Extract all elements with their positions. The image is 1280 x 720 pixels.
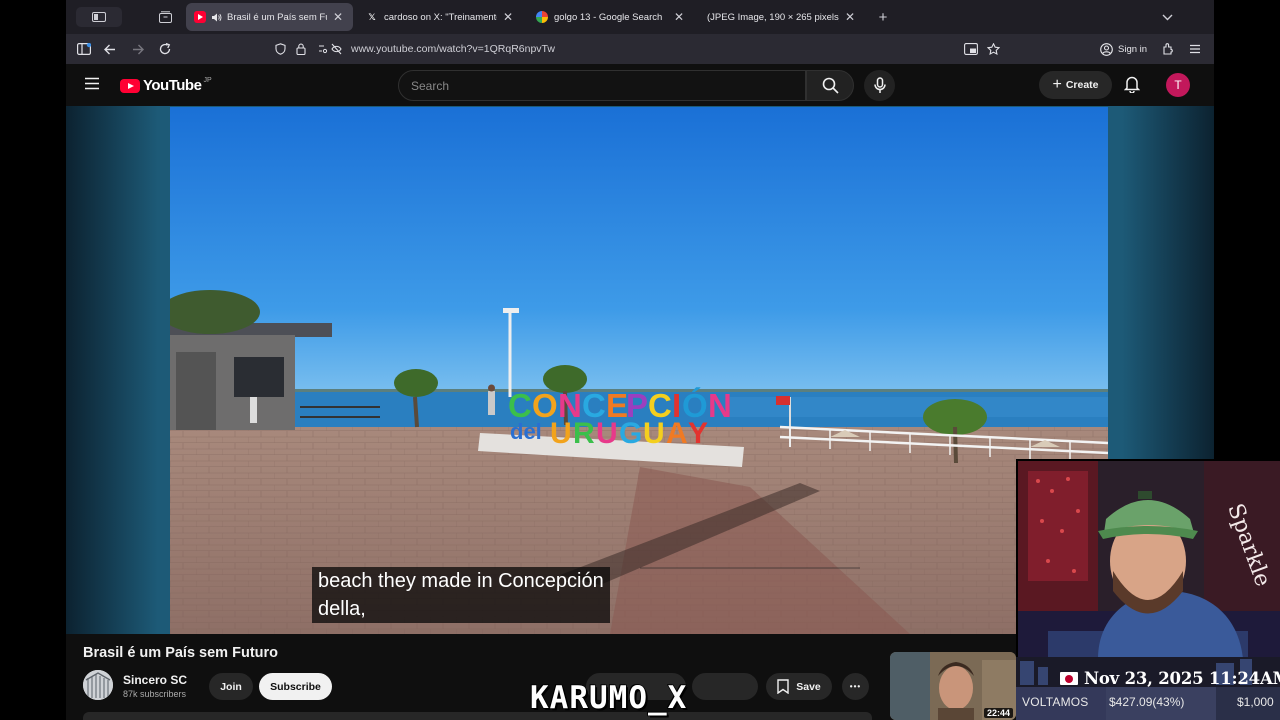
join-button[interactable]: Join [209, 673, 253, 700]
youtube-header: YouTube JP Search + Create T [66, 64, 1214, 106]
youtube-play-icon [120, 78, 140, 93]
svg-text:G: G [619, 417, 642, 450]
youtube-favicon-icon [194, 11, 206, 23]
picture-in-picture-icon[interactable] [962, 40, 980, 58]
svg-text:U: U [550, 417, 572, 450]
youtube-logo[interactable]: YouTube JP [120, 77, 212, 94]
youtube-wordmark: YouTube [143, 77, 202, 94]
navigation-toolbar: www.youtube.com/watch?v=1QRqR6npvTw Sign… [66, 34, 1214, 64]
more-actions-button[interactable]: ••• [842, 673, 869, 700]
japan-flag-icon [1060, 672, 1078, 685]
svg-text:A: A [666, 417, 688, 450]
ticker-background [1016, 657, 1280, 720]
streamer-watermark: KARUMO_X [529, 679, 688, 717]
close-tab-icon[interactable]: ✕ [843, 10, 857, 24]
video-caption: beach they made in Concepción della, [312, 567, 610, 623]
ticker-overlay [1016, 657, 1280, 720]
date-time: Nov 23, 2025 11:24AM [1084, 669, 1280, 688]
x-favicon-icon: 𝕏 [368, 11, 376, 22]
close-tab-icon[interactable]: ✕ [672, 10, 686, 24]
svg-text:Y: Y [688, 417, 708, 450]
create-button[interactable]: + Create [1039, 71, 1112, 99]
country-code: JP [203, 77, 212, 84]
tab-title: (JPEG Image, 190 × 265 pixels) [707, 11, 839, 23]
tab-jpeg[interactable]: (JPEG Image, 190 × 265 pixels) ✕ [699, 3, 865, 31]
shield-icon[interactable] [271, 40, 289, 58]
caption-line-1: beach they made in Concepción [318, 570, 604, 592]
webcam-image: Sparkle [1018, 461, 1280, 657]
bookmark-star-icon[interactable] [984, 40, 1002, 58]
back-icon[interactable] [101, 40, 119, 58]
close-tab-icon[interactable]: ✕ [331, 10, 345, 24]
voice-search-button[interactable] [864, 70, 895, 101]
search-input[interactable]: Search [398, 70, 806, 101]
extensions-icon[interactable] [1159, 40, 1177, 58]
tab-strip: Brasil é um País sem Futuro ✕ 𝕏 cardoso … [66, 0, 1214, 34]
caption-line-2: della, [318, 598, 366, 620]
svg-text:R: R [573, 417, 595, 450]
share-button[interactable] [692, 673, 758, 700]
url-text: www.youtube.com/watch?v=1QRqR6npvTw [351, 43, 555, 55]
new-tab-icon[interactable]: + [874, 7, 892, 27]
ticker-value: $427.09(43%) [1109, 695, 1185, 709]
sidebar-toggle-icon[interactable] [76, 7, 122, 27]
channel-name[interactable]: Sincero SC [123, 673, 187, 687]
bookmark-save-icon [777, 679, 789, 694]
address-bar[interactable]: www.youtube.com/watch?v=1QRqR6npvTw [273, 37, 1018, 61]
tab-google[interactable]: golgo 13 - Google Search ✕ [528, 3, 694, 31]
tab-list-icon[interactable] [156, 7, 174, 27]
permissions-icon[interactable] [316, 40, 344, 58]
description-box[interactable] [83, 712, 872, 720]
ticker-label: VOLTAMOS [1022, 695, 1089, 709]
sign-in-button[interactable]: Sign in [1100, 40, 1147, 58]
tab-x[interactable]: 𝕏 cardoso on X: "Treinamento no ✕ [358, 3, 523, 31]
plus-icon: + [1052, 76, 1062, 93]
webcam-overlay: Sparkle [1016, 459, 1280, 657]
lock-icon[interactable] [292, 40, 310, 58]
sidebar-icon[interactable] [75, 40, 93, 58]
user-avatar[interactable]: T [1166, 73, 1190, 97]
next-video-thumbnail[interactable]: 22:44 [890, 652, 1016, 720]
sign-in-label: Sign in [1118, 43, 1148, 55]
subscribe-button[interactable]: Subscribe [259, 673, 332, 700]
svg-text:N: N [708, 387, 732, 424]
svg-text:U: U [596, 417, 618, 450]
video-player[interactable]: C O N C E P C I Ó N del U R U G U A Y be… [170, 107, 1108, 634]
save-label: Save [796, 680, 821, 693]
video-title: Brasil é um País sem Futuro [83, 645, 279, 661]
google-favicon-icon [536, 11, 548, 23]
reload-icon[interactable] [156, 40, 174, 58]
ticker-goal: $1,000 [1237, 695, 1274, 709]
save-button[interactable]: Save [766, 673, 832, 700]
channel-avatar[interactable] [83, 670, 113, 700]
app-menu-icon[interactable] [1186, 40, 1204, 58]
watermark-text: KARUMO_X [529, 679, 688, 717]
speaker-icon[interactable] [212, 13, 222, 22]
video-duration: 22:44 [983, 708, 1013, 718]
forward-icon[interactable] [129, 40, 147, 58]
tab-youtube[interactable]: Brasil é um País sem Futuro ✕ [186, 3, 353, 31]
tab-title: golgo 13 - Google Search [554, 11, 663, 23]
mic-icon [873, 77, 886, 94]
subscriber-count: 87k subscribers [123, 689, 187, 699]
tab-title: cardoso on X: "Treinamento no [384, 11, 497, 23]
svg-text:U: U [643, 417, 665, 450]
close-tab-icon[interactable]: ✕ [501, 10, 515, 24]
search-button[interactable] [806, 70, 854, 101]
video-frame-image: C O N C E P C I Ó N del U R U G U A Y [170, 107, 1108, 634]
hamburger-menu-icon[interactable] [84, 77, 100, 95]
bell-icon[interactable] [1123, 75, 1141, 98]
search-icon [822, 77, 839, 94]
tab-title: Brasil é um País sem Futuro [227, 11, 327, 23]
chevron-down-icon[interactable] [1158, 7, 1176, 27]
account-icon [1100, 42, 1113, 56]
svg-text:del: del [510, 419, 542, 444]
search-placeholder: Search [411, 78, 450, 93]
create-label: Create [1065, 79, 1099, 91]
